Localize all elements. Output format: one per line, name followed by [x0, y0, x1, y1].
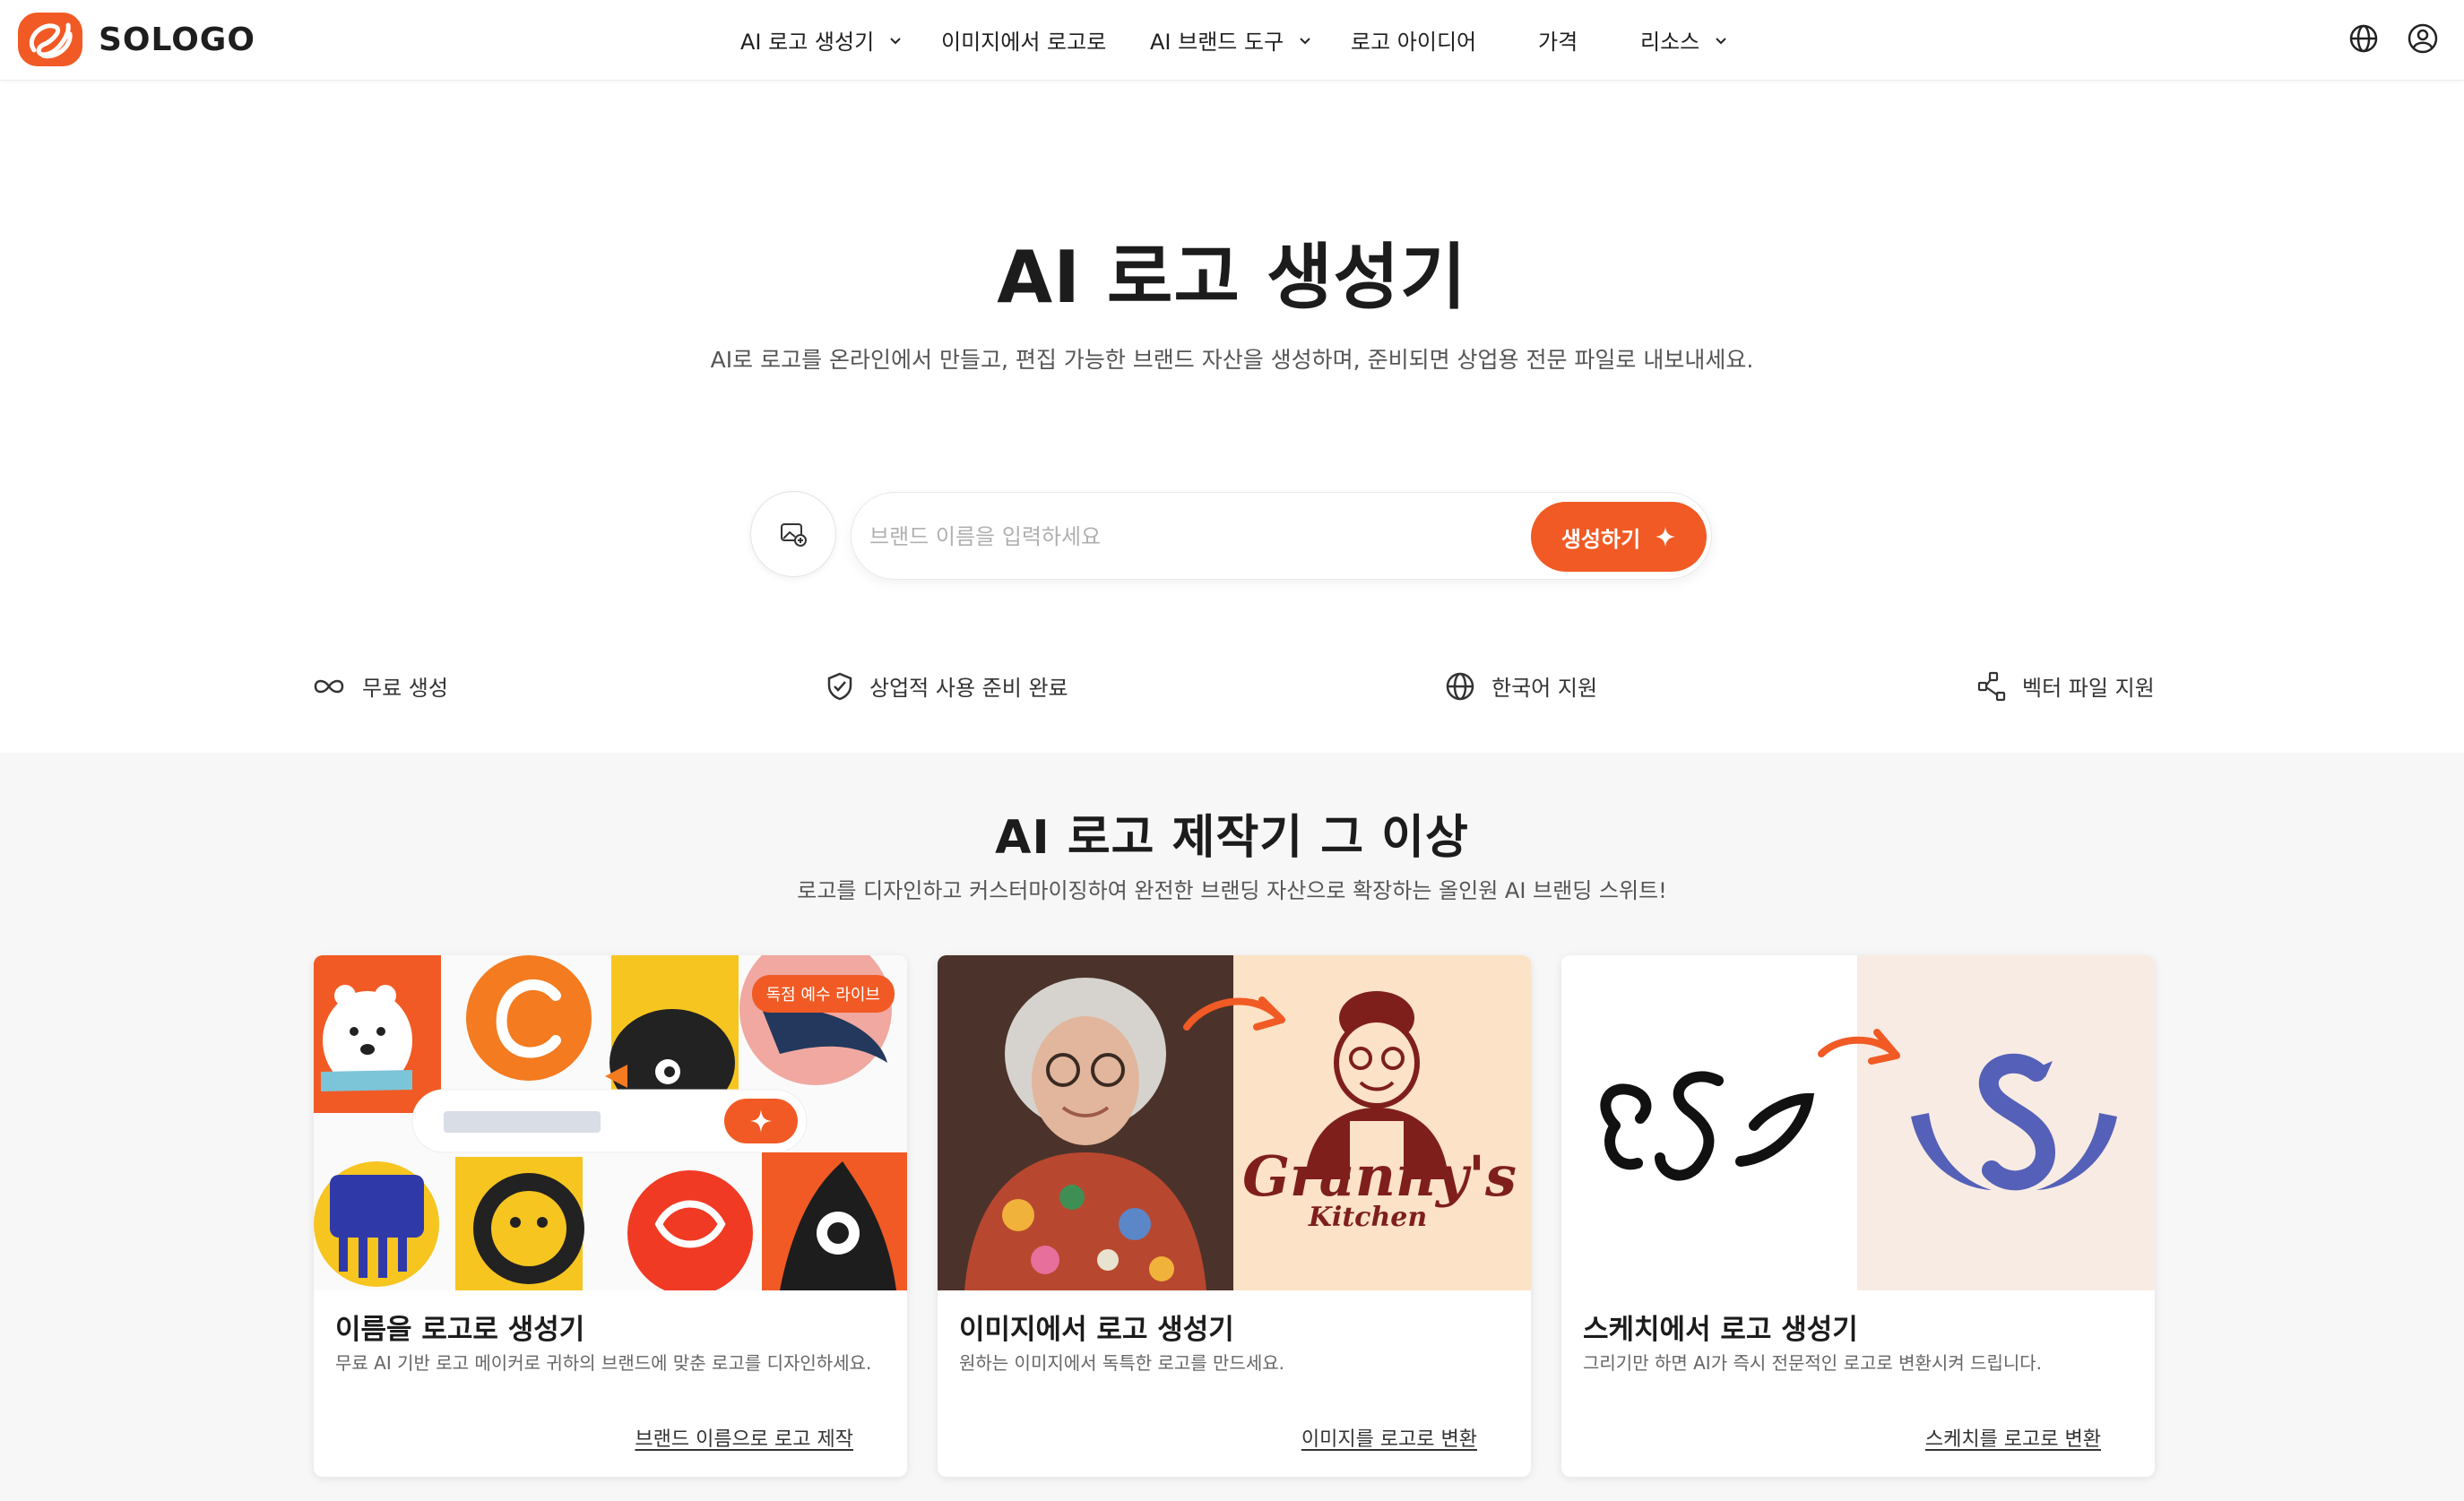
nav-ai-brand-tools[interactable]: AI 브랜드 도구	[1150, 24, 1312, 56]
card-sketch-to-logo[interactable]: 스케치에서 로고 생성기 그리기만 하면 AI가 즉시 전문적인 로고로 변환시…	[1561, 955, 2155, 1477]
card-name-to-logo[interactable]: 독점 예수 라이브 이름을 로고로 생성기 무료 AI 기반 로고 메이커로 귀…	[314, 955, 907, 1477]
upload-image-button[interactable]	[750, 491, 836, 577]
brand-logo[interactable]: SOLOGO	[16, 11, 255, 68]
feature-label: 무료 생성	[362, 676, 448, 701]
infinity-icon	[314, 679, 344, 693]
nav-label: 이미지에서 로고로	[941, 30, 1107, 55]
nav-label: AI 브랜드 도구	[1150, 30, 1284, 55]
photo-to-logo-illustration: Granny's Kitchen	[938, 955, 1531, 1290]
chevron-down-icon	[1716, 37, 1726, 44]
page-subtitle: AI로 로고를 온라인에서 만들고, 편집 가능한 브랜드 자산을 생성하며, …	[710, 347, 1754, 373]
card-title: 이름을 로고로 생성기	[335, 1314, 585, 1346]
nav-ai-logo-generator[interactable]: AI 로고 생성기	[740, 24, 903, 56]
nav-pricing[interactable]: 가격	[1538, 24, 1578, 56]
sketch-to-logo-illustration	[1561, 955, 2155, 1290]
section-title: AI 로고 제작기 그 이상	[995, 811, 1469, 865]
globe-icon[interactable]	[2347, 22, 2381, 56]
card-description: 그리기만 하면 AI가 즉시 전문적인 로고로 변환시켜 드립니다.	[1583, 1352, 2043, 1374]
sologo-mark-icon	[18, 13, 82, 66]
card-image-logo-collage: 독점 예수 라이브	[314, 955, 907, 1290]
card-image-photo-to-logo: Granny's Kitchen	[938, 955, 1531, 1290]
brand-name-input[interactable]	[869, 514, 1461, 559]
page-title: AI 로고 생성기	[997, 236, 1467, 319]
card-title: 스케치에서 로고 생성기	[1583, 1314, 1858, 1346]
generate-button[interactable]: 생성하기	[1531, 502, 1707, 572]
nav-label: 가격	[1538, 30, 1578, 55]
card-image-sketch-to-logo	[1561, 955, 2155, 1290]
top-header: SOLOGO AI 로고 생성기 이미지에서 로고로 AI 브랜드 도구 로고 …	[0, 0, 2464, 81]
sparkle-icon	[1656, 527, 1676, 547]
nav-resources[interactable]: 리소스	[1640, 24, 1728, 56]
chevron-down-icon	[890, 37, 901, 44]
chevron-down-icon	[1300, 37, 1310, 44]
image-upload-icon	[781, 523, 807, 547]
card-description: 원하는 이미지에서 독특한 로고를 만드세요.	[959, 1352, 1284, 1374]
feature-label: 한국어 지원	[1491, 676, 1598, 701]
grannys-logo-text: Granny's	[1242, 1143, 1517, 1209]
brand-name-search-box: 생성하기	[851, 492, 1712, 580]
nav-label: 리소스	[1640, 30, 1700, 55]
section-subtitle: 로고를 디자인하고 커스터마이징하여 완전한 브랜딩 자산으로 확장하는 올인원…	[797, 878, 1667, 903]
vector-share-icon	[1977, 671, 2006, 701]
brand-name: SOLOGO	[99, 21, 255, 58]
nav-label: AI 로고 생성기	[740, 30, 875, 55]
globe-icon	[1446, 672, 1474, 700]
card-image-to-logo[interactable]: Granny's Kitchen 이미지에서 로고 생성기 원하는 이미지에서 …	[938, 955, 1531, 1477]
generate-button-label: 생성하기	[1561, 526, 1641, 552]
exclusive-live-badge: 독점 예수 라이브	[751, 975, 895, 1013]
card-title: 이미지에서 로고 생성기	[959, 1314, 1234, 1346]
nav-label: 로고 아이디어	[1351, 30, 1477, 55]
card-link-image-to-logo[interactable]: 이미지를 로고로 변환	[1301, 1423, 1477, 1452]
shield-check-icon	[827, 672, 852, 700]
card-link-brand-name-logo[interactable]: 브랜드 이름으로 로고 제작	[635, 1423, 853, 1452]
feature-korean-support: 한국어 지원	[1445, 670, 1597, 702]
user-icon[interactable]	[2406, 22, 2440, 56]
nav-logo-ideas[interactable]: 로고 아이디어	[1351, 24, 1476, 56]
feature-commercial-ready: 상업적 사용 준비 완료	[826, 670, 1068, 702]
kitchen-logo-text: Kitchen	[1308, 1202, 1427, 1233]
card-link-sketch-to-logo[interactable]: 스케치를 로고로 변환	[1925, 1423, 2101, 1452]
nav-image-to-logo[interactable]: 이미지에서 로고로	[941, 24, 1106, 56]
feature-vector-files: 벡터 파일 지원	[1977, 670, 2155, 702]
feature-free-generation: 무료 생성	[312, 670, 448, 702]
feature-label: 상업적 사용 준비 완료	[869, 676, 1068, 701]
card-description: 무료 AI 기반 로고 메이커로 귀하의 브랜드에 맞춘 로고를 디자인하세요.	[335, 1352, 872, 1374]
feature-label: 벡터 파일 지원	[2022, 676, 2155, 701]
